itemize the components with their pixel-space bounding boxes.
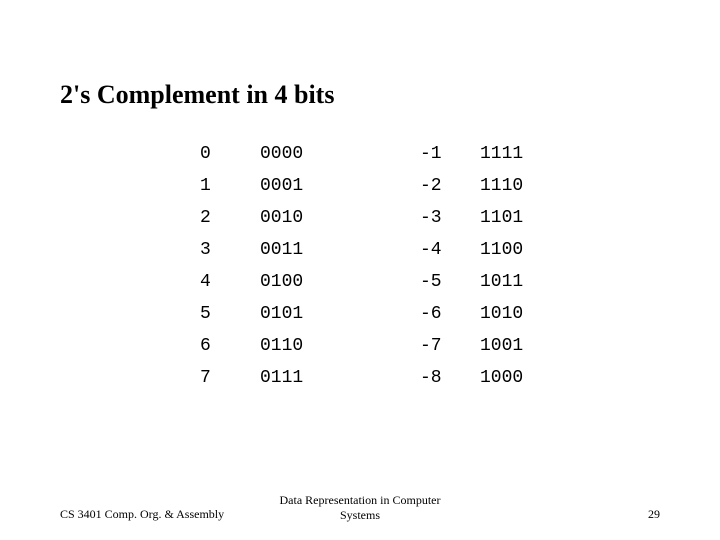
- twos-complement-table: 0 0000 -1 1111 1 0001 -2 1110 2 0010: [200, 138, 660, 394]
- decimal-negative: -2: [420, 170, 480, 202]
- decimal-negative: -7: [420, 330, 480, 362]
- decimal-negative: -6: [420, 298, 480, 330]
- footer-chapter: Data Representation in ComputerSystems: [0, 493, 720, 522]
- decimal-positive: 7: [200, 362, 260, 394]
- slide-title: 2's Complement in 4 bits: [60, 80, 660, 110]
- binary-positive: 0001: [260, 170, 360, 202]
- decimal-positive: 3: [200, 234, 260, 266]
- binary-positive: 0111: [260, 362, 360, 394]
- binary-negative: 1110: [480, 170, 560, 202]
- binary-negative: 1001: [480, 330, 560, 362]
- binary-positive: 0100: [260, 266, 360, 298]
- table-row: 2 0010 -3 1101: [200, 202, 560, 234]
- decimal-positive: 0: [200, 138, 260, 170]
- table-row: 3 0011 -4 1100: [200, 234, 560, 266]
- binary-positive: 0011: [260, 234, 360, 266]
- decimal-negative: -3: [420, 202, 480, 234]
- binary-positive: 0000: [260, 138, 360, 170]
- table-row: 4 0100 -5 1011: [200, 266, 560, 298]
- slide: 2's Complement in 4 bits 0 0000 -1 1111 …: [0, 0, 720, 540]
- decimal-negative: -1: [420, 138, 480, 170]
- decimal-positive: 2: [200, 202, 260, 234]
- table-row: 5 0101 -6 1010: [200, 298, 560, 330]
- binary-positive: 0010: [260, 202, 360, 234]
- binary-negative: 1100: [480, 234, 560, 266]
- decimal-positive: 6: [200, 330, 260, 362]
- binary-negative: 1010: [480, 298, 560, 330]
- decimal-negative: -8: [420, 362, 480, 394]
- footer-page-number: 29: [648, 507, 660, 522]
- table-row: 0 0000 -1 1111: [200, 138, 560, 170]
- decimal-positive: 5: [200, 298, 260, 330]
- table-row: 7 0111 -8 1000: [200, 362, 560, 394]
- binary-negative: 1101: [480, 202, 560, 234]
- decimal-negative: -4: [420, 234, 480, 266]
- binary-negative: 1000: [480, 362, 560, 394]
- decimal-positive: 4: [200, 266, 260, 298]
- decimal-negative: -5: [420, 266, 480, 298]
- table-row: 6 0110 -7 1001: [200, 330, 560, 362]
- binary-positive: 0101: [260, 298, 360, 330]
- decimal-positive: 1: [200, 170, 260, 202]
- binary-negative: 1011: [480, 266, 560, 298]
- binary-negative: 1111: [480, 138, 560, 170]
- binary-positive: 0110: [260, 330, 360, 362]
- table-row: 1 0001 -2 1110: [200, 170, 560, 202]
